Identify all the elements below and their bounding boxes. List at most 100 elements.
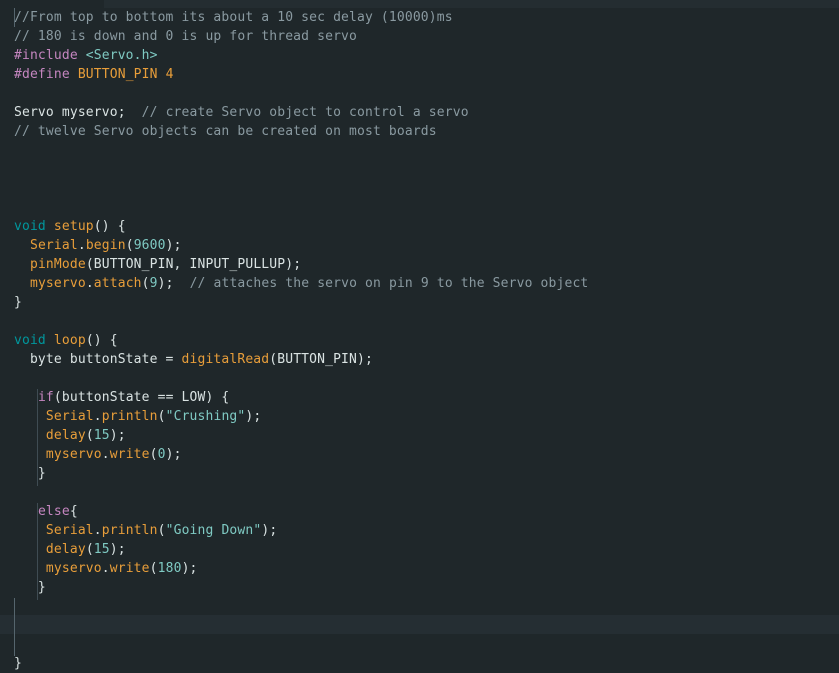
code-line[interactable]: }: [14, 654, 588, 673]
code-line[interactable]: delay(15);: [14, 540, 588, 559]
code-line[interactable]: [14, 84, 588, 103]
code-line[interactable]: delay(15);: [14, 426, 588, 445]
code-token: Servo myservo;: [14, 105, 142, 120]
code-line[interactable]: }: [14, 464, 588, 483]
code-token: byte buttonState =: [14, 352, 182, 367]
code-token: attach: [93, 276, 142, 291]
code-token: (: [125, 238, 134, 253]
code-token: println: [101, 409, 158, 424]
code-token: .: [101, 447, 110, 462]
code-line[interactable]: void loop() {: [14, 331, 588, 350]
code-token: Serial: [29, 238, 78, 253]
code-line[interactable]: [14, 160, 588, 179]
code-token: (: [141, 276, 150, 291]
code-token: () {: [85, 333, 118, 348]
code-line[interactable]: [14, 597, 588, 616]
code-token: );: [181, 561, 198, 576]
code-line[interactable]: Serial.println("Crushing");: [14, 407, 588, 426]
code-token: 180: [157, 561, 182, 576]
code-line[interactable]: #define BUTTON_PIN 4: [14, 65, 588, 84]
code-line[interactable]: }: [14, 578, 588, 597]
code-token: delay: [45, 428, 86, 443]
code-line[interactable]: [14, 198, 588, 217]
code-line[interactable]: [14, 179, 588, 198]
code-token: 15: [93, 542, 110, 557]
code-line[interactable]: #include <Servo.h>: [14, 46, 588, 65]
code-line[interactable]: Serial.begin(9600);: [14, 236, 588, 255]
code-token: write: [109, 561, 150, 576]
code-line[interactable]: [14, 369, 588, 388]
code-line[interactable]: Servo myservo; // create Servo object to…: [14, 103, 588, 122]
code-token: // attaches the servo on pin 9 to the Se…: [189, 276, 589, 291]
code-line[interactable]: myservo.attach(9); // attaches the servo…: [14, 274, 588, 293]
code-token: //From top to bottom its about a 10 sec …: [14, 10, 453, 25]
code-token: );: [245, 409, 262, 424]
code-line[interactable]: [14, 141, 588, 160]
code-line[interactable]: if(buttonState == LOW) {: [14, 388, 588, 407]
code-line[interactable]: myservo.write(0);: [14, 445, 588, 464]
code-token: (: [85, 428, 94, 443]
code-token: // 180 is down and 0 is up for thread se…: [14, 29, 357, 44]
code-token: digitalRead: [181, 352, 270, 367]
code-token: () {: [93, 219, 126, 234]
code-token: }: [14, 466, 46, 481]
code-line[interactable]: else{: [14, 502, 588, 521]
code-line[interactable]: // 180 is down and 0 is up for thread se…: [14, 27, 588, 46]
code-token: myservo: [29, 276, 86, 291]
code-token: setup: [53, 219, 94, 234]
code-line[interactable]: [14, 616, 588, 635]
code-line[interactable]: byte buttonState = digitalRead(BUTTON_PI…: [14, 350, 588, 369]
code-token: );: [157, 276, 190, 291]
code-token: <Servo.h>: [85, 48, 158, 63]
code-token: .: [93, 409, 102, 424]
code-token: 9600: [133, 238, 166, 253]
code-token: {: [69, 504, 78, 519]
code-token: write: [109, 447, 150, 462]
code-token: (: [149, 561, 158, 576]
code-token: (BUTTON_PIN);: [269, 352, 373, 367]
code-token: (: [149, 447, 158, 462]
code-token: println: [101, 523, 158, 538]
code-token: myservo: [45, 447, 102, 462]
code-token: }: [14, 580, 46, 595]
code-editor[interactable]: //From top to bottom its about a 10 sec …: [0, 0, 839, 673]
code-line[interactable]: pinMode(BUTTON_PIN, INPUT_PULLUP);: [14, 255, 588, 274]
code-token: "Crushing": [165, 409, 246, 424]
code-token: .: [77, 238, 86, 253]
code-text-area[interactable]: //From top to bottom its about a 10 sec …: [14, 8, 588, 673]
code-token: (: [85, 542, 94, 557]
code-line[interactable]: myservo.write(180);: [14, 559, 588, 578]
code-token: begin: [85, 238, 126, 253]
code-line[interactable]: // twelve Servo objects can be created o…: [14, 122, 588, 141]
code-token: else: [37, 504, 70, 519]
code-line[interactable]: [14, 635, 588, 654]
code-token: }: [14, 656, 22, 671]
code-token: void: [14, 333, 54, 348]
code-token: );: [109, 542, 126, 557]
code-line[interactable]: }: [14, 293, 588, 312]
code-line[interactable]: [14, 312, 588, 331]
code-token: // create Servo object to control a serv…: [141, 105, 469, 120]
code-line[interactable]: //From top to bottom its about a 10 sec …: [14, 8, 588, 27]
code-token: #include: [14, 48, 86, 63]
code-token: }: [14, 295, 22, 310]
code-token: );: [109, 428, 126, 443]
code-token: .: [85, 276, 94, 291]
code-token: delay: [45, 542, 86, 557]
code-token: #define: [14, 67, 78, 82]
code-line[interactable]: [14, 483, 588, 502]
code-token: BUTTON_PIN 4: [77, 67, 174, 82]
code-token: (buttonState == LOW) {: [53, 390, 230, 405]
code-line[interactable]: void setup() {: [14, 217, 588, 236]
code-line[interactable]: Serial.println("Going Down");: [14, 521, 588, 540]
